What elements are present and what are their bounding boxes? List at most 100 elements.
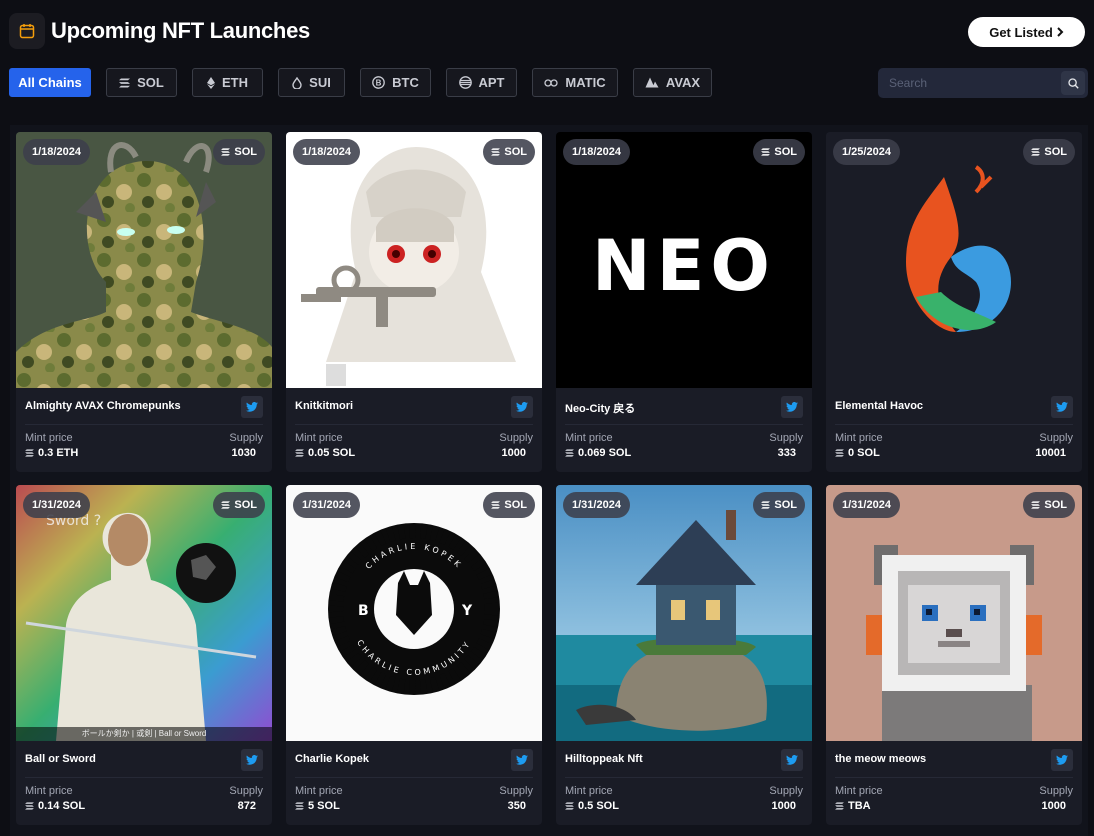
chain-badge: SOL [213, 492, 265, 518]
supply-value: 1000 [501, 447, 526, 459]
nft-card[interactable]: 1/18/2024 SOL Knitkitmori Mint price 0.0… [286, 132, 542, 472]
filter-avax[interactable]: AVAX [633, 68, 712, 97]
solana-icon [1031, 501, 1041, 509]
filter-matic[interactable]: MATIC [532, 68, 618, 97]
calendar-icon [9, 13, 45, 49]
filter-eth[interactable]: ETH [192, 68, 263, 97]
supply-value: 1030 [231, 447, 256, 459]
filter-all-chains[interactable]: All Chains [9, 68, 91, 97]
filter-label: MATIC [565, 75, 606, 90]
launch-date-badge: 1/25/2024 [833, 139, 900, 165]
mint-price-label: Mint price [295, 432, 343, 444]
filter-btc[interactable]: B BTC [360, 68, 431, 97]
filter-apt[interactable]: APT [446, 68, 517, 97]
supply-value: 1000 [771, 800, 796, 812]
launch-date-badge: 1/18/2024 [293, 139, 360, 165]
filter-label: SOL [137, 75, 164, 90]
sui-icon [292, 76, 302, 89]
twitter-button[interactable] [241, 749, 263, 771]
twitter-icon [516, 402, 528, 412]
supply-label: Supply [1039, 785, 1073, 797]
page-header: Upcoming NFT Launches Get Listed [9, 12, 1085, 50]
nft-card[interactable]: 1/25/2024 SOL Elemental Havoc Mint price… [826, 132, 1082, 472]
nft-name: Almighty AVAX Chromepunks [25, 400, 181, 412]
nft-card[interactable]: 1/31/2024 SOL Hilltoppeak Nft Mint price… [556, 485, 812, 825]
nft-card[interactable]: CHARLIE KOPEK CHARLIE COMMUNITY B Y 1/31… [286, 485, 542, 825]
nft-name: Neo-City 戻る [565, 403, 636, 415]
avalanche-icon [645, 77, 659, 88]
polygon-icon [544, 78, 559, 87]
chain-badge: SOL [213, 139, 265, 165]
aptos-icon [458, 76, 472, 89]
artwork-caption: ボールか剣か | 或剣 | Ball or Sword [16, 727, 272, 741]
supply-label: Supply [499, 432, 533, 444]
card-divider [25, 424, 263, 425]
nft-name: the meow meows [835, 753, 927, 765]
chain-badge: SOL [1023, 492, 1075, 518]
filter-label: All Chains [18, 75, 82, 90]
supply-label: Supply [229, 432, 263, 444]
mint-price: 0.3 ETH [25, 447, 78, 459]
search-input[interactable] [878, 68, 1061, 98]
nft-name: Ball or Sword [25, 753, 96, 765]
twitter-button[interactable] [241, 396, 263, 418]
card-divider [295, 424, 533, 425]
get-listed-label: Get Listed [989, 24, 1053, 40]
chain-label: SOL [774, 499, 797, 511]
nft-artwork [826, 485, 1082, 741]
solana-icon [491, 148, 501, 156]
search-bar [878, 68, 1088, 98]
chain-label: SOL [1044, 499, 1067, 511]
supply-value: 10001 [1035, 447, 1066, 459]
mint-price-value: 0.14 SOL [38, 800, 86, 812]
twitter-button[interactable] [781, 396, 803, 418]
filter-sui[interactable]: SUI [278, 68, 345, 97]
solana-icon [1031, 148, 1041, 156]
mint-price: 0.05 SOL [295, 447, 355, 459]
launch-date-badge: 1/18/2024 [23, 139, 90, 165]
nft-card[interactable]: NEO 1/18/2024 SOL Neo-City 戻る Mint price… [556, 132, 812, 472]
get-listed-button[interactable]: Get Listed [968, 17, 1085, 47]
nft-artwork: NEO [556, 132, 812, 388]
filter-label: ETH [222, 75, 248, 90]
mint-price: 0 SOL [835, 447, 880, 459]
supply-label: Supply [499, 785, 533, 797]
svg-text:B: B [376, 78, 382, 87]
filter-sol[interactable]: SOL [106, 68, 177, 97]
mint-price: 0.069 SOL [565, 447, 631, 459]
launch-date-badge: 1/31/2024 [563, 492, 630, 518]
launch-date-badge: 1/31/2024 [833, 492, 900, 518]
card-divider [835, 777, 1073, 778]
nft-card[interactable]: 1/18/2024 SOL Almighty AVAX Chromepunks … [16, 132, 272, 472]
twitter-button[interactable] [1051, 396, 1073, 418]
supply-label: Supply [229, 785, 263, 797]
chain-label: SOL [234, 499, 257, 511]
solana-icon [25, 449, 34, 457]
twitter-icon [1056, 755, 1068, 765]
card-divider [565, 424, 803, 425]
nft-artwork [286, 132, 542, 388]
twitter-button[interactable] [511, 749, 533, 771]
twitter-button[interactable] [1051, 749, 1073, 771]
card-divider [295, 777, 533, 778]
twitter-icon [786, 402, 798, 412]
twitter-icon [246, 755, 258, 765]
nft-artwork: Sword ? ボールか剣か | 或剣 | Ball or Sword [16, 485, 272, 741]
chain-filter-bar: All Chains SOL ETH SUI B BTC APT MATIC A… [9, 68, 727, 97]
mint-price-value: 0.069 SOL [578, 447, 632, 459]
twitter-button[interactable] [511, 396, 533, 418]
supply-value: 1000 [1041, 800, 1066, 812]
mint-price-value: 0.05 SOL [308, 447, 356, 459]
nft-card[interactable]: Sword ? ボールか剣か | 或剣 | Ball or Sword 1/31… [16, 485, 272, 825]
launch-date-badge: 1/18/2024 [563, 139, 630, 165]
mint-price-label: Mint price [25, 432, 73, 444]
card-divider [25, 777, 263, 778]
nft-grid: 1/18/2024 SOL Almighty AVAX Chromepunks … [10, 125, 1088, 836]
search-button[interactable] [1061, 71, 1085, 95]
nft-card[interactable]: 1/31/2024 SOL the meow meows Mint price … [826, 485, 1082, 825]
chain-badge: SOL [753, 492, 805, 518]
solana-icon [295, 449, 304, 457]
search-icon [1067, 77, 1079, 89]
twitter-button[interactable] [781, 749, 803, 771]
mint-price-label: Mint price [25, 785, 73, 797]
